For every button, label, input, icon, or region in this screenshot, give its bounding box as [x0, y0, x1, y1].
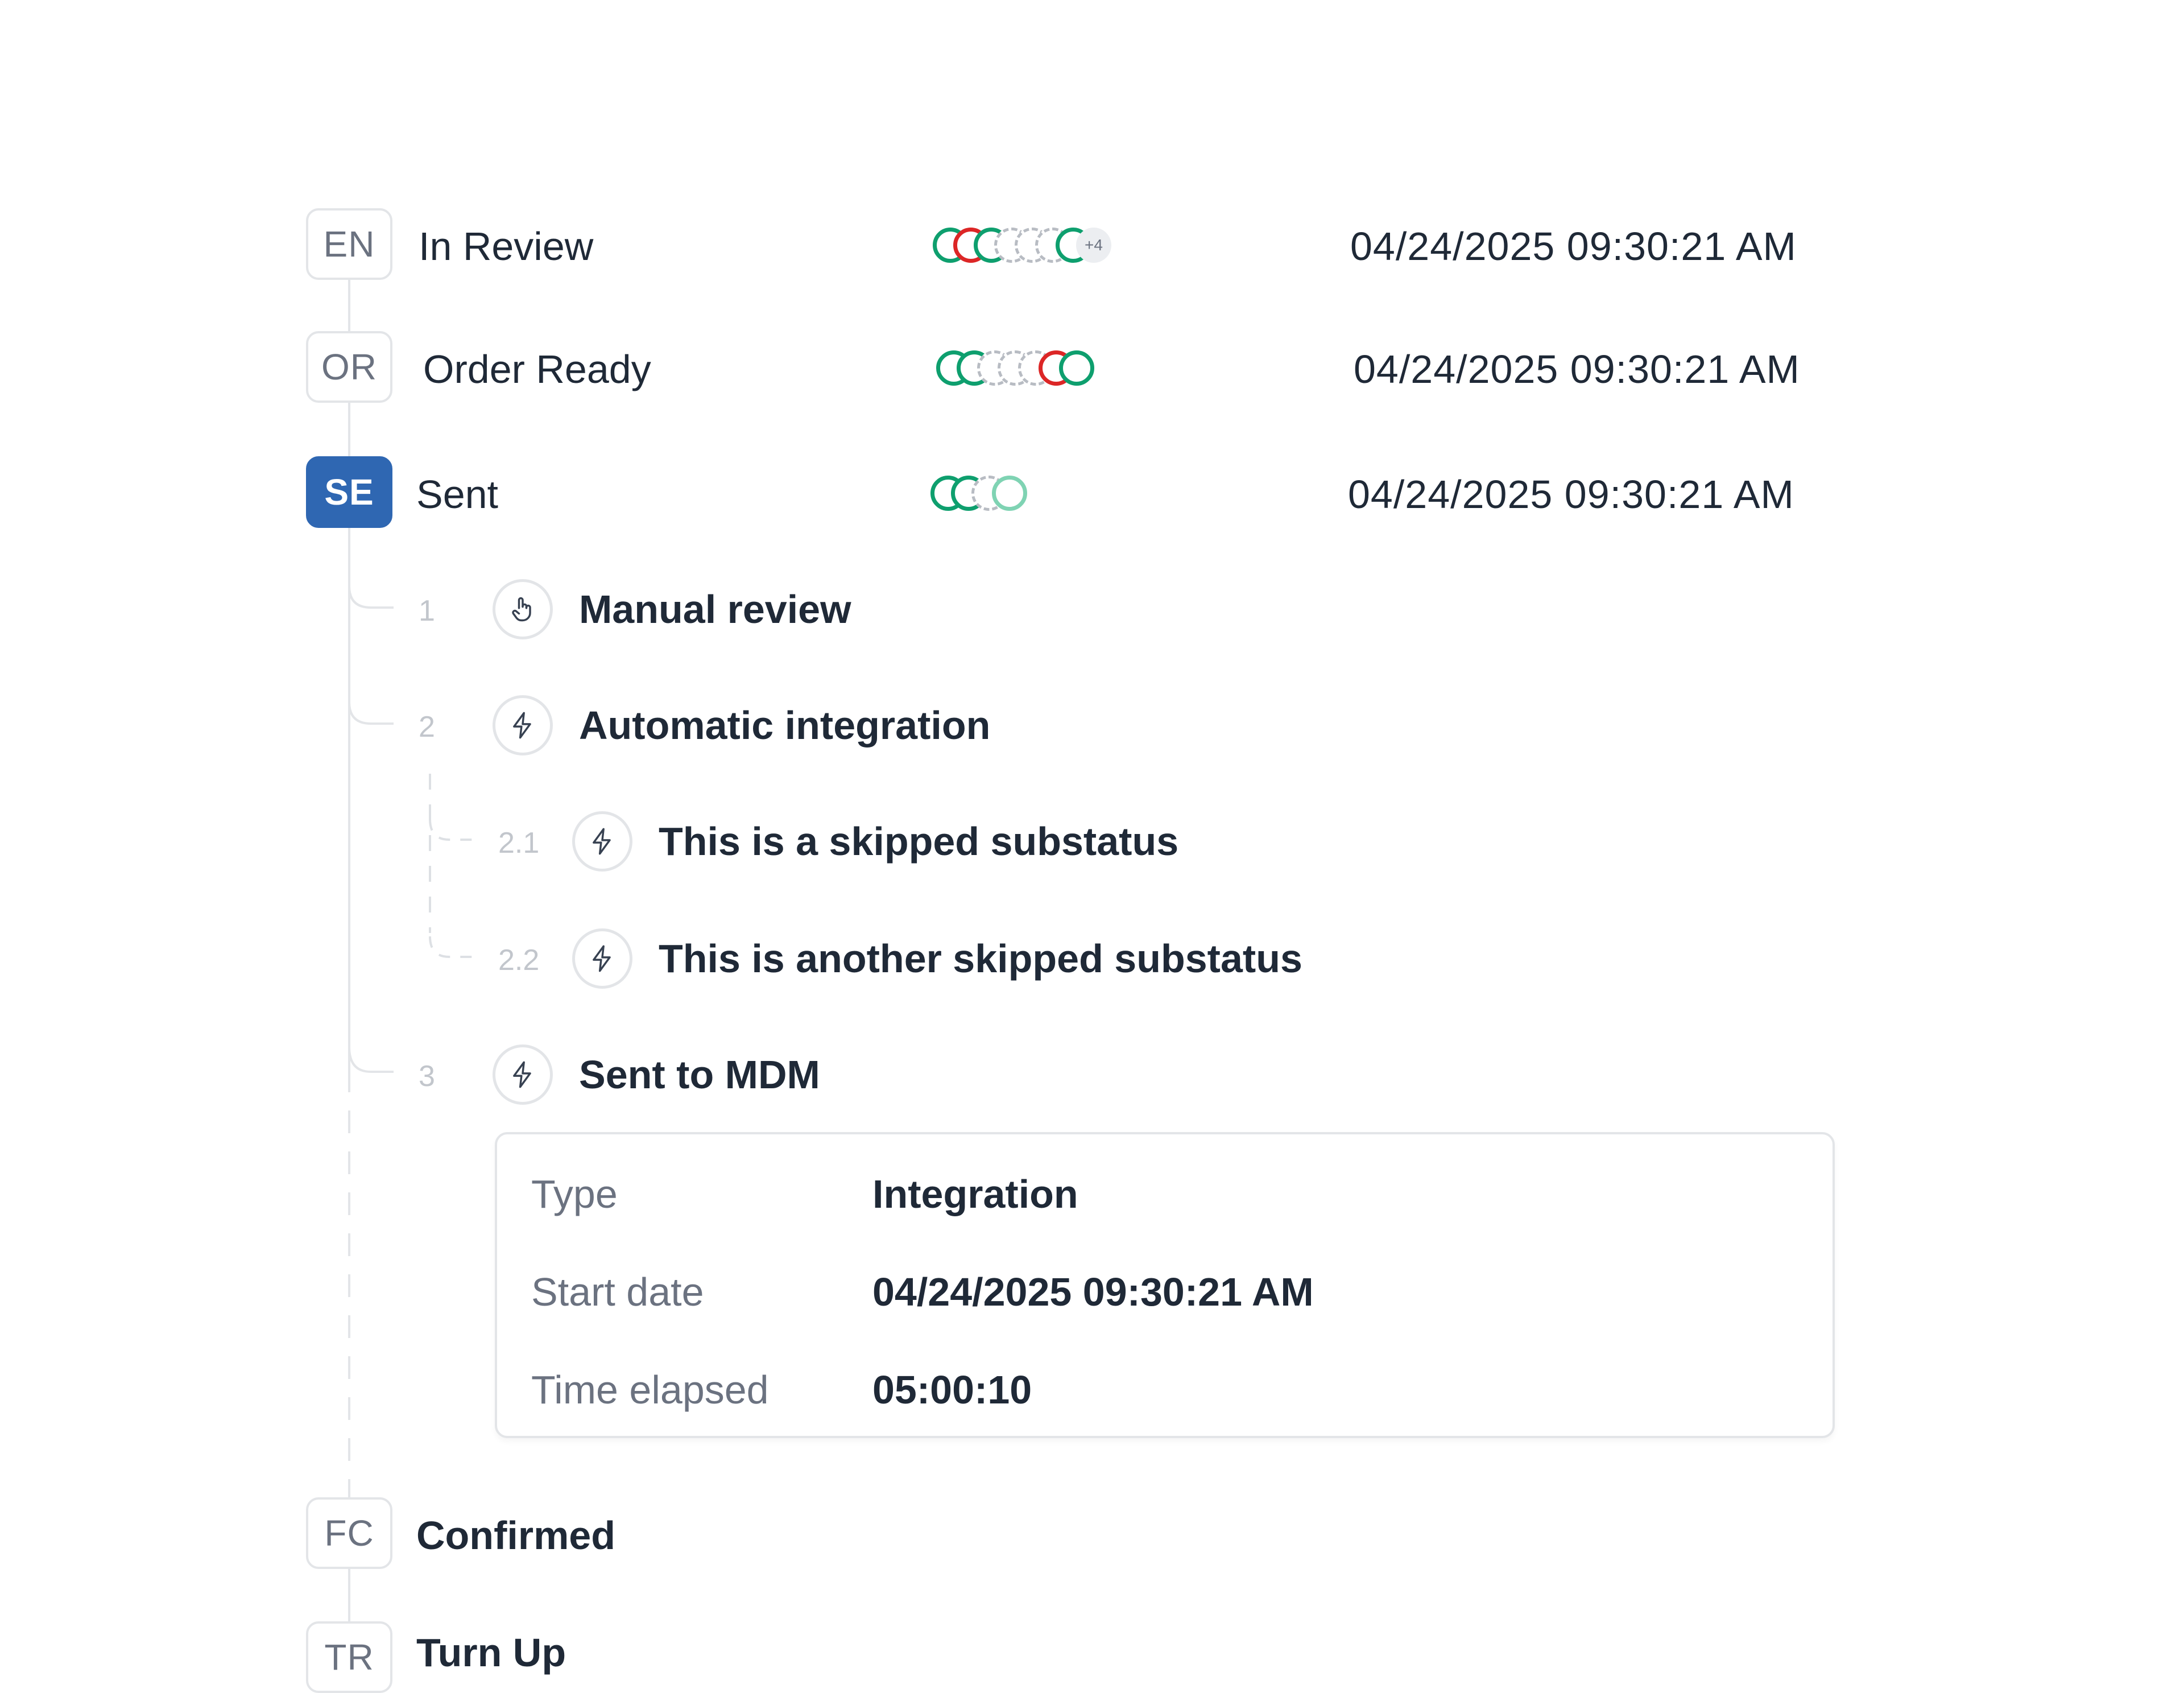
status-title-in-review[interactable]: In Review — [419, 226, 593, 266]
substatus-icon — [493, 1044, 553, 1105]
substatus-title-another-skipped[interactable]: This is another skipped substatus — [659, 939, 1302, 978]
substatus-title-sent-to-mdm[interactable]: Sent to MDM — [579, 1055, 820, 1095]
approval-circle-in-progress — [992, 476, 1027, 511]
substatus-icon — [572, 811, 632, 872]
substatus-number: 2.1 — [498, 827, 540, 860]
status-title-sent[interactable]: Sent — [416, 474, 498, 514]
status-date-in-review: 04/24/2025 09:30:21 AM — [1350, 224, 1797, 269]
hand-pointer-icon — [512, 597, 531, 622]
status-badge-en: EN — [306, 208, 392, 280]
substatus-title-manual-review[interactable]: Manual review — [579, 589, 851, 629]
substatus-title-skipped[interactable]: This is a skipped substatus — [659, 821, 1178, 861]
substatus-icon — [572, 928, 632, 989]
status-title-order-ready[interactable]: Order Ready — [423, 349, 651, 389]
status-badge-fc: FC — [306, 1497, 392, 1569]
status-avatars-sent[interactable] — [930, 476, 1027, 511]
lightning-icon — [513, 712, 531, 739]
detail-value-time-elapsed: 05:00:10 — [872, 1368, 1032, 1412]
substatus-number: 3 — [419, 1060, 435, 1093]
status-avatars-in-review[interactable]: +4 — [933, 228, 1111, 263]
detail-label-time-elapsed: Time elapsed — [531, 1368, 769, 1412]
status-avatars-order-ready[interactable] — [936, 350, 1094, 386]
status-date-sent: 04/24/2025 09:30:21 AM — [1348, 472, 1794, 517]
status-badge-or: OR — [306, 331, 392, 403]
status-badge-se: SE — [306, 456, 392, 528]
status-title-confirmed[interactable]: Confirmed — [416, 1516, 615, 1555]
substatus-number: 2 — [419, 711, 435, 744]
more-avatars-badge[interactable]: +4 — [1076, 228, 1111, 263]
substatus-number: 1 — [419, 594, 435, 627]
status-title-turn-up[interactable]: Turn Up — [416, 1633, 566, 1673]
approval-circle-success — [1059, 350, 1094, 386]
substatus-number: 2.2 — [498, 944, 540, 977]
detail-value-start-date: 04/24/2025 09:30:21 AM — [872, 1270, 1314, 1314]
status-badge-tr: TR — [306, 1621, 392, 1693]
substatus-icon — [493, 579, 553, 639]
substatus-detail-card: Type Integration Start date 04/24/2025 0… — [495, 1132, 1835, 1438]
lightning-icon — [593, 828, 611, 855]
substatus-icon — [493, 695, 553, 755]
substatus-title-automatic-integration[interactable]: Automatic integration — [579, 705, 990, 745]
detail-label-start-date: Start date — [531, 1270, 704, 1314]
status-date-order-ready: 04/24/2025 09:30:21 AM — [1354, 347, 1800, 391]
detail-value-type: Integration — [872, 1172, 1078, 1216]
lightning-icon — [593, 945, 611, 972]
lightning-icon — [513, 1061, 531, 1088]
detail-label-type: Type — [531, 1172, 618, 1216]
